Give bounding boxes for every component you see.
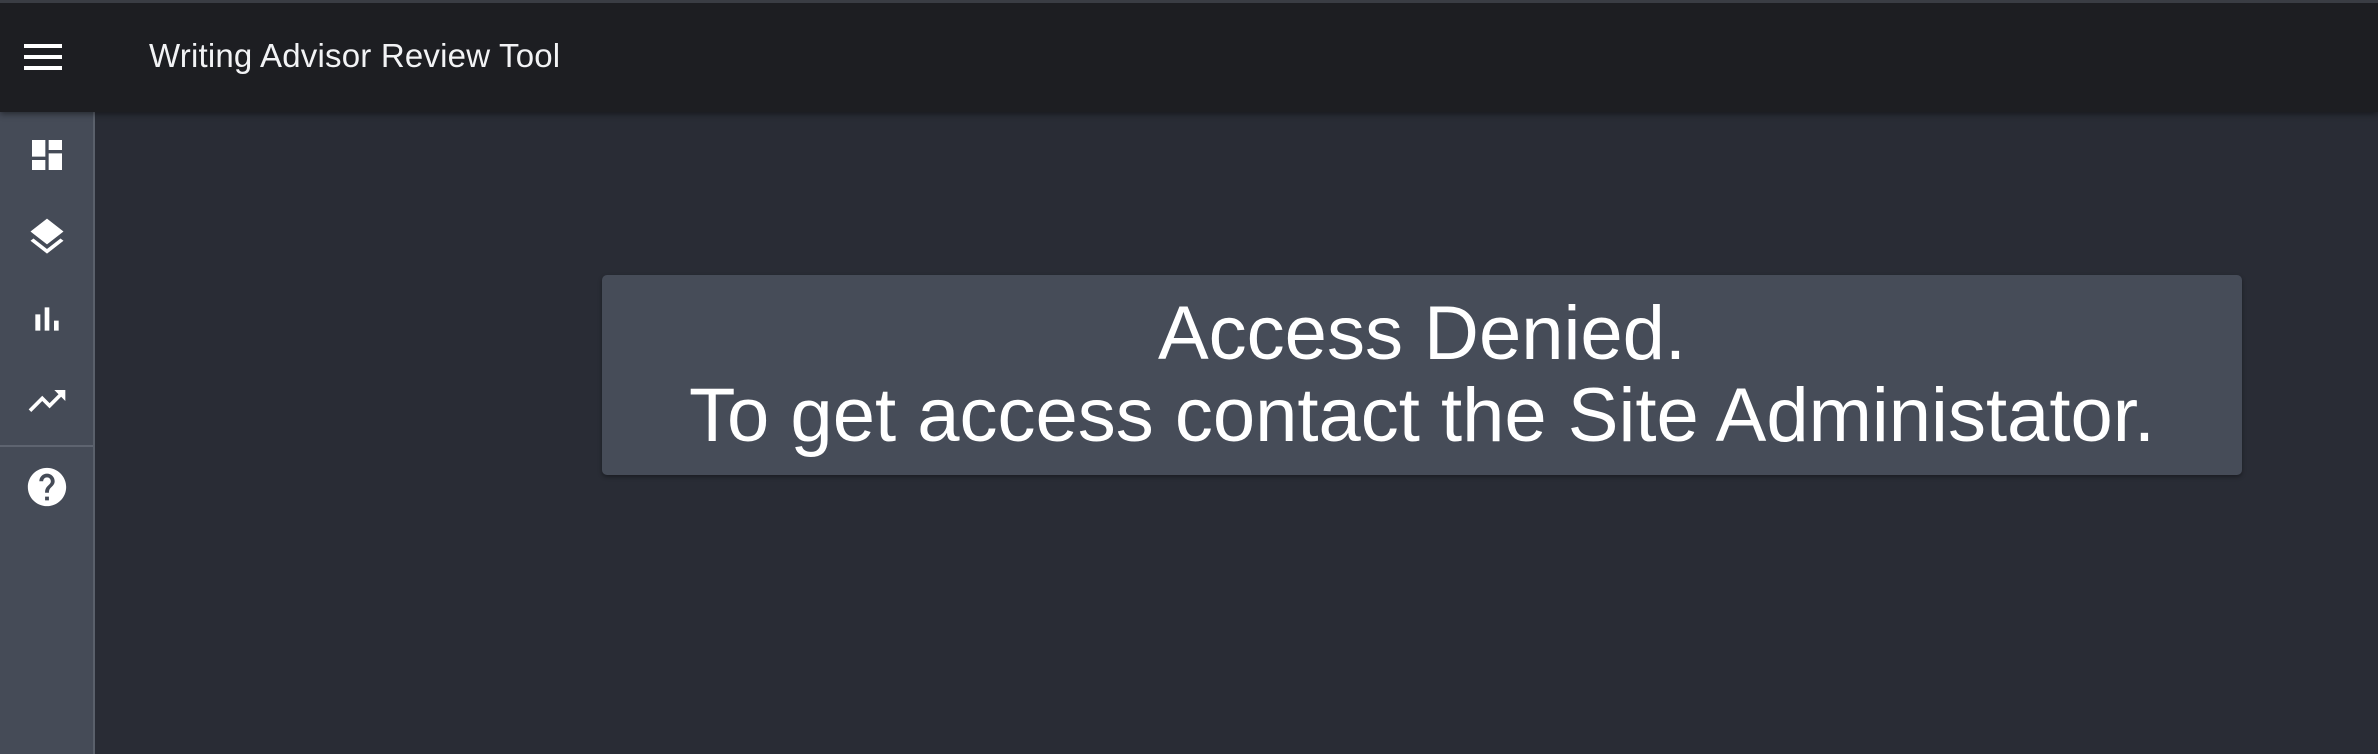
- main-content: Access Denied. To get access contact the…: [95, 112, 2378, 754]
- sidebar-item-help[interactable]: [0, 452, 93, 522]
- message-line-2: To get access contact the Site Administa…: [689, 373, 2155, 458]
- sidebar-item-dashboard[interactable]: [0, 120, 93, 190]
- app-header: Writing Advisor Review Tool: [0, 0, 2378, 112]
- dashboard-icon: [31, 140, 62, 170]
- trending-up-icon: [28, 390, 65, 412]
- sidebar-item-trending[interactable]: [0, 366, 93, 436]
- message-line-1: Access Denied.: [1157, 291, 1687, 376]
- sidebar-item-layers[interactable]: [0, 202, 93, 272]
- sidebar-divider: [0, 445, 93, 447]
- menu-icon: [24, 44, 62, 70]
- app-title: Writing Advisor Review Tool: [149, 37, 561, 74]
- access-denied-message: Access Denied. To get access contact the…: [602, 275, 2242, 475]
- sidebar-item-bar-chart[interactable]: [0, 284, 93, 354]
- layers-icon: [30, 218, 63, 254]
- bar-chart-icon: [34, 307, 59, 331]
- help-icon: [27, 467, 66, 507]
- sidebar: [0, 112, 95, 754]
- menu-button[interactable]: [14, 28, 72, 86]
- header-top-border: [0, 0, 2378, 3]
